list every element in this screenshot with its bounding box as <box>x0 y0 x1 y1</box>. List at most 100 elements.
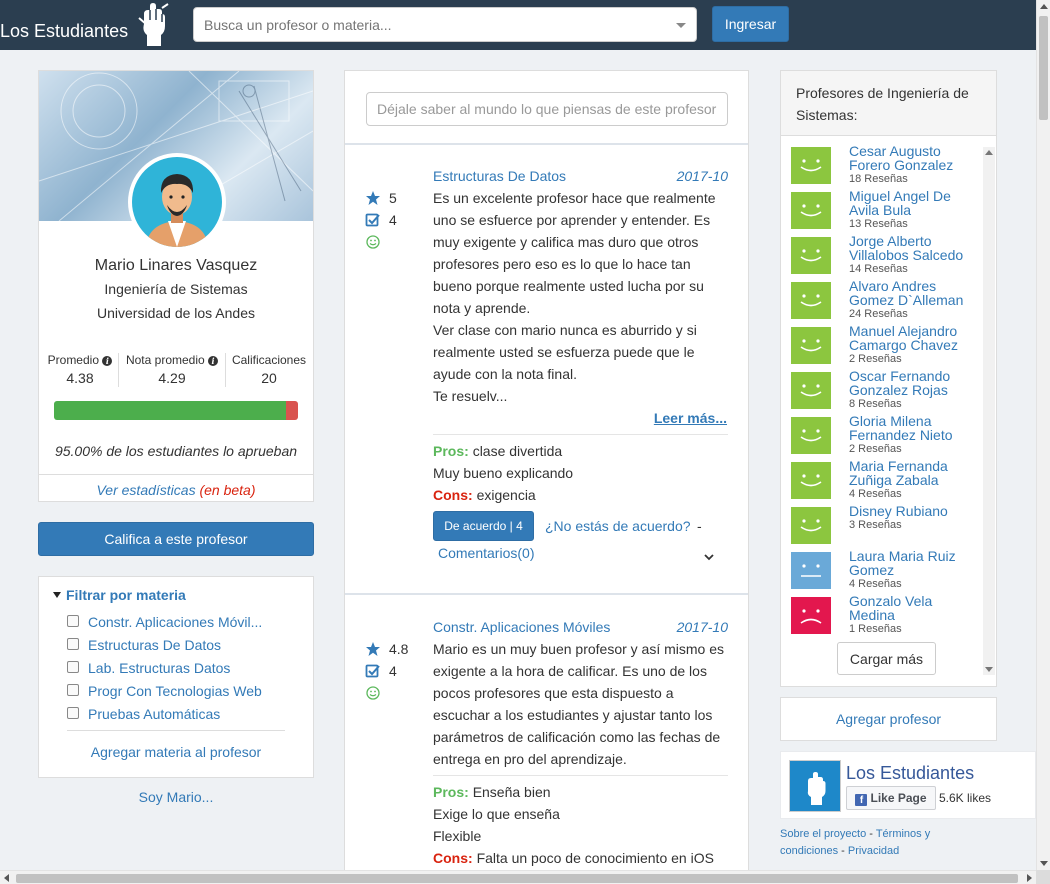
facebook-like-button[interactable]: f Like Page <box>846 786 936 810</box>
professor-name-link[interactable]: Jorge Alberto Villalobos Salcedo <box>849 234 981 262</box>
search-input[interactable] <box>194 8 654 41</box>
professor-list-item[interactable]: Alvaro Andres Gomez D`Alleman 24 Reseñas <box>791 279 981 322</box>
review-date: 2017-10 <box>676 168 728 184</box>
professor-name-link[interactable]: Gloria Milena Fernandez Nieto <box>849 414 981 442</box>
professor-name-link[interactable]: Maria Fernanda Zuñiga Zabala <box>849 459 981 487</box>
scrollbar-corner <box>1036 870 1050 884</box>
filter-item-label[interactable]: Lab. Estructuras Datos <box>88 660 230 676</box>
professor-name-link[interactable]: Disney Rubiano <box>849 504 981 518</box>
filter-item-label[interactable]: Estructuras De Datos <box>88 637 221 653</box>
facebook-page-logo[interactable] <box>789 760 841 812</box>
happy-face-icon[interactable] <box>791 507 831 544</box>
chevron-down-icon[interactable] <box>703 551 715 563</box>
happy-face-icon[interactable] <box>791 462 831 499</box>
view-stats-link[interactable]: Ver estadísticas <box>96 482 195 498</box>
search-box[interactable] <box>193 7 697 42</box>
read-more-link[interactable]: Leer más... <box>654 410 727 426</box>
filter-toggle[interactable]: Filtrar por materia <box>53 587 186 603</box>
happy-face-icon[interactable] <box>791 327 831 364</box>
review-count: 1 Reseñas <box>849 623 902 635</box>
professor-list-item[interactable]: Oscar Fernando Gonzalez Rojas 8 Reseñas <box>791 369 981 412</box>
rate-professor-button[interactable]: Califica a este profesor <box>38 522 314 556</box>
filter-item-label[interactable]: Constr. Aplicaciones Móvil... <box>88 614 262 630</box>
raised-fist-logo-icon[interactable] <box>136 2 172 48</box>
professor-name-link[interactable]: Oscar Fernando Gonzalez Rojas <box>849 369 981 397</box>
arrow-down-icon[interactable] <box>1040 861 1048 866</box>
professor-list-item[interactable]: Jorge Alberto Villalobos Salcedo 14 Reseñ… <box>791 234 981 277</box>
add-subject-link[interactable]: Agregar materia al profesor <box>39 744 313 760</box>
opinion-input[interactable]: Déjale saber al mundo lo que piensas de … <box>366 92 728 126</box>
agree-button[interactable]: De acuerdo | 4 <box>433 511 534 541</box>
subject-filter-card: Filtrar por materia Constr. Aplicaciones… <box>38 576 314 778</box>
professor-name-link[interactable]: Miguel Angel De Avila Bula <box>849 189 981 217</box>
happy-face-icon[interactable] <box>791 417 831 454</box>
professor-list-item[interactable]: Cesar Augusto Forero Gonzalez 18 Reseñas <box>791 144 981 187</box>
professor-list-item[interactable]: Gloria Milena Fernandez Nieto 2 Reseñas <box>791 414 981 457</box>
chevron-down-icon[interactable] <box>676 23 686 28</box>
professor-list-item[interactable]: Manuel Alejandro Camargo Chavez 2 Reseñas <box>791 324 981 367</box>
review-course-link[interactable]: Estructuras De Datos <box>433 168 566 184</box>
separator: - <box>869 828 873 840</box>
professor-name-link[interactable]: Laura Maria Ruiz Gomez <box>849 549 981 577</box>
arrow-up-icon[interactable] <box>1040 4 1048 9</box>
checkbox[interactable] <box>67 707 79 719</box>
professor-list-item[interactable]: Laura Maria Ruiz Gomez 4 Reseñas <box>791 549 981 592</box>
happy-face-icon[interactable] <box>791 282 831 319</box>
stat-label: Nota promedio <box>125 353 205 367</box>
info-icon[interactable]: i <box>208 356 219 366</box>
review-course-link[interactable]: Constr. Aplicaciones Móviles <box>433 619 610 635</box>
review-text: Es un excelente profesor hace que realme… <box>433 187 729 407</box>
checkbox[interactable] <box>67 638 79 650</box>
filter-item[interactable]: Progr Con Tecnologias Web <box>67 683 262 699</box>
filter-item-label[interactable]: Pruebas Automáticas <box>88 706 220 722</box>
professor-list-item[interactable]: Miguel Angel De Avila Bula 13 Reseñas <box>791 189 981 232</box>
info-icon[interactable]: i <box>102 356 113 366</box>
privacy-link[interactable]: Privacidad <box>848 845 899 857</box>
arrow-down-icon[interactable] <box>985 667 993 672</box>
divider <box>67 730 285 731</box>
sad-face-icon[interactable] <box>791 597 831 634</box>
arrow-right-icon[interactable] <box>1027 874 1032 882</box>
happy-face-icon[interactable] <box>791 372 831 409</box>
cons-label: Cons: <box>433 487 473 503</box>
professor-list-item[interactable]: Gonzalo Vela Medina 1 Reseñas <box>791 594 981 637</box>
arrow-left-icon[interactable] <box>4 874 9 882</box>
brand-name[interactable]: Los Estudiantes <box>0 21 128 42</box>
scrollbar-thumb[interactable] <box>16 874 1018 883</box>
login-button[interactable]: Ingresar <box>712 6 789 42</box>
page-horizontal-scrollbar[interactable] <box>0 870 1036 884</box>
comments-link[interactable]: Comentarios(0) <box>438 545 534 561</box>
filter-item-label[interactable]: Progr Con Tecnologias Web <box>88 683 262 699</box>
divider <box>118 353 119 387</box>
checkbox[interactable] <box>67 661 79 673</box>
claim-profile-link[interactable]: Soy Mario... <box>38 789 314 805</box>
facebook-page-name[interactable]: Los Estudiantes <box>846 763 974 784</box>
load-more-button[interactable]: Cargar más <box>837 642 936 675</box>
filter-item[interactable]: Constr. Aplicaciones Móvil... <box>67 614 262 630</box>
happy-face-icon[interactable] <box>791 147 831 184</box>
disagree-link[interactable]: ¿No estás de acuerdo? <box>545 518 691 534</box>
list-scrollbar[interactable] <box>983 147 995 675</box>
happy-face-icon[interactable] <box>791 192 831 229</box>
professor-list-item[interactable]: Maria Fernanda Zuñiga Zabala 4 Reseñas <box>791 459 981 502</box>
professor-name-link[interactable]: Manuel Alejandro Camargo Chavez <box>849 324 981 352</box>
professor-name-link[interactable]: Gonzalo Vela Medina <box>849 594 981 622</box>
professor-list-item[interactable]: Disney Rubiano 3 Reseñas <box>791 504 981 547</box>
neutral-face-icon[interactable] <box>791 552 831 589</box>
happy-face-icon[interactable] <box>791 237 831 274</box>
checkbox[interactable] <box>67 684 79 696</box>
checkbox[interactable] <box>67 615 79 627</box>
about-link[interactable]: Sobre el proyecto <box>780 828 866 840</box>
stat-calificaciones: Calificaciones 20 <box>228 353 310 386</box>
scrollbar-thumb[interactable] <box>1039 16 1048 120</box>
arrow-up-icon[interactable] <box>985 150 993 155</box>
professor-name-link[interactable]: Cesar Augusto Forero Gonzalez <box>849 144 981 172</box>
filter-item[interactable]: Pruebas Automáticas <box>67 706 220 722</box>
filter-item[interactable]: Estructuras De Datos <box>67 637 221 653</box>
filter-item[interactable]: Lab. Estructuras Datos <box>67 660 230 676</box>
divider <box>345 143 748 145</box>
add-professor-link[interactable]: Agregar profesor <box>780 697 997 741</box>
review-count: 4 Reseñas <box>849 578 902 590</box>
professor-name-link[interactable]: Alvaro Andres Gomez D`Alleman <box>849 279 981 307</box>
page-vertical-scrollbar[interactable] <box>1036 0 1050 870</box>
